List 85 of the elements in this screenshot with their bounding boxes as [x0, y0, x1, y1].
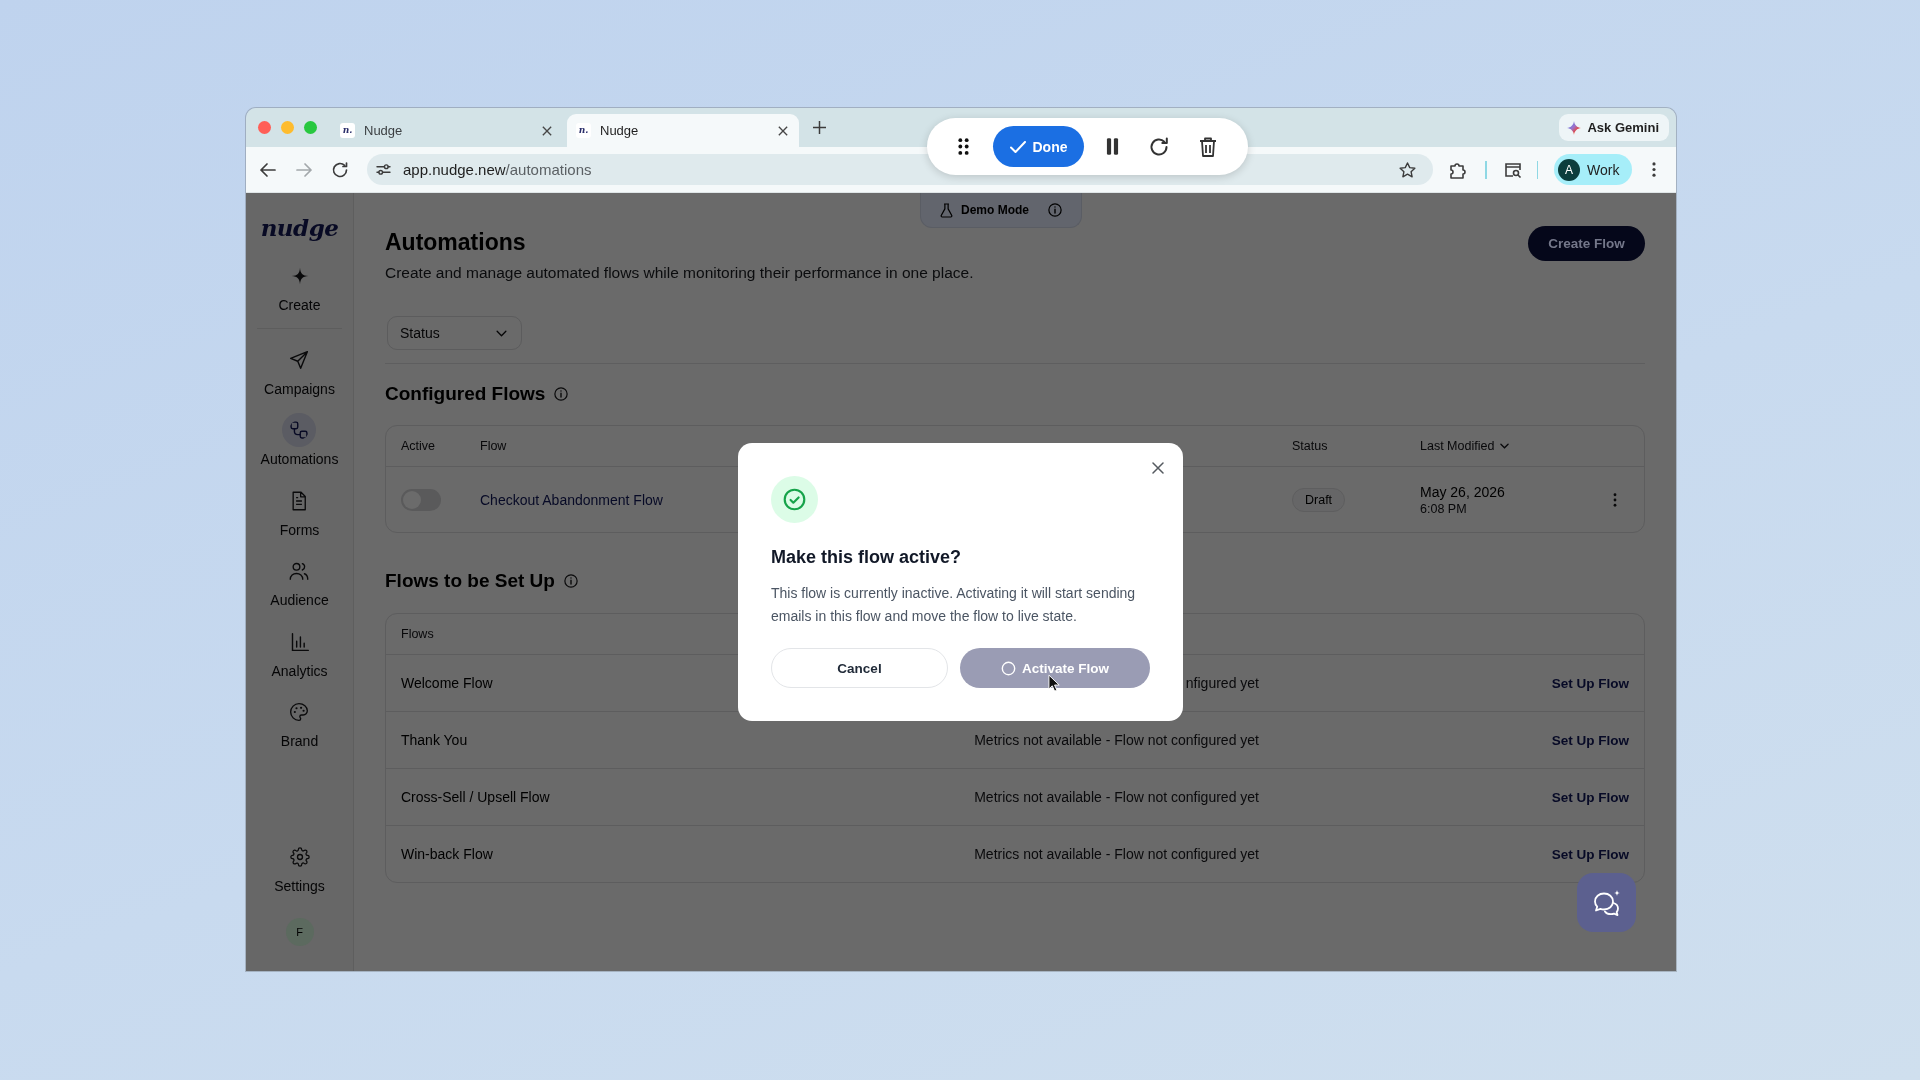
- flow-name: Thank You: [401, 732, 468, 748]
- sparkle-icon: [1567, 120, 1582, 135]
- info-icon[interactable]: [554, 387, 569, 401]
- pause-icon[interactable]: [1106, 138, 1119, 155]
- set-up-flow-link[interactable]: Set Up Flow: [1551, 846, 1629, 862]
- section-title: Flows to be Set Up: [385, 569, 555, 593]
- column-header: Flows: [401, 627, 434, 641]
- settings-icon: [289, 847, 310, 867]
- check-icon: [1009, 140, 1026, 153]
- sidebar-item[interactable]: Analytics: [271, 624, 328, 679]
- cursor-icon: [1048, 674, 1060, 692]
- sidebar-item[interactable]: Automations: [260, 413, 339, 467]
- tab-search-icon[interactable]: [1503, 161, 1522, 178]
- browser-tab[interactable]: n. Nudge: [567, 114, 799, 147]
- flow-name: Win-back Flow: [401, 846, 493, 862]
- close-icon[interactable]: [1152, 462, 1164, 474]
- bar-chart-icon: [289, 631, 310, 652]
- dialog-message: This flow is currently inactive. Activating it will start sending emails in this flow and move the flow to live state.: [771, 584, 1137, 626]
- flow-name: Cross-Sell / Upsell Flow: [401, 789, 550, 805]
- redo-icon[interactable]: [1149, 136, 1169, 157]
- ask-gemini-button[interactable]: Ask Gemini: [1559, 114, 1669, 141]
- done-button[interactable]: Done: [993, 126, 1084, 167]
- reload-icon[interactable]: [331, 160, 349, 179]
- close-icon[interactable]: [778, 125, 788, 136]
- confirm-button[interactable]: Activate Flow: [960, 648, 1150, 688]
- puzzle-icon[interactable]: [1449, 160, 1467, 179]
- chat-icon: [1591, 888, 1622, 917]
- user-avatar[interactable]: F: [285, 918, 314, 946]
- info-icon[interactable]: [563, 574, 578, 588]
- info-icon[interactable]: [1048, 203, 1062, 217]
- plus-icon[interactable]: [813, 121, 826, 134]
- column-header: Flow: [480, 439, 507, 453]
- favicon-icon: n.: [340, 123, 355, 138]
- drag-handle-icon[interactable]: [958, 138, 969, 155]
- flow-name: Welcome Flow: [401, 675, 493, 691]
- column-header: Active: [401, 439, 436, 453]
- back-icon[interactable]: [259, 160, 277, 179]
- browser-tab[interactable]: n. Nudge: [331, 114, 563, 147]
- check-circle-icon: [771, 476, 818, 523]
- create-button[interactable]: Create: [278, 259, 321, 313]
- metrics-note: nfigured yet: [1185, 675, 1259, 691]
- metrics-note: Metrics not available - Flow not configured yet: [974, 846, 1259, 862]
- bookmark-star-icon[interactable]: [1399, 161, 1416, 178]
- flask-icon: [940, 202, 953, 218]
- workflow-icon: [282, 413, 317, 447]
- trash-icon[interactable]: [1199, 136, 1217, 157]
- set-up-flow-link[interactable]: Set Up Flow: [1551, 789, 1629, 805]
- demo-mode-label: Demo Mode: [961, 203, 1029, 217]
- date-text: May 26, 2026: [1420, 482, 1505, 501]
- set-up-flow-link[interactable]: Set Up Flow: [1551, 732, 1629, 748]
- sidebar-item[interactable]: Audience: [270, 554, 329, 608]
- set-up-flow-link[interactable]: Set Up Flow: [1551, 675, 1629, 691]
- site-settings-icon[interactable]: [376, 163, 391, 176]
- close-icon[interactable]: [542, 125, 552, 136]
- sidebar-item[interactable]: Brand: [280, 695, 319, 749]
- sidebar-item[interactable]: Forms: [279, 483, 320, 538]
- paper-plane-icon: [289, 349, 310, 370]
- status-badge: Draft: [1292, 487, 1346, 512]
- metrics-note: Metrics not available - Flow not configured yet: [974, 789, 1259, 805]
- caret-icon: [1500, 443, 1510, 449]
- profile-button[interactable]: A Work: [1554, 154, 1632, 185]
- favicon-icon: n.: [576, 123, 591, 138]
- loading-ring-icon: [1001, 660, 1016, 676]
- metrics-note: Metrics not available - Flow not configured yet: [974, 732, 1259, 748]
- palette-icon: [289, 702, 310, 722]
- time-text: 6:08 PM: [1420, 500, 1467, 517]
- people-icon: [289, 561, 310, 581]
- page-subtitle: Create and manage automated flows while monitoring their performance in one place.: [385, 263, 974, 283]
- chat-button[interactable]: [1577, 873, 1636, 932]
- logo: nudge: [260, 214, 339, 242]
- sidebar-item[interactable]: Campaigns: [264, 342, 335, 397]
- settings-button[interactable]: Settings: [274, 840, 325, 894]
- column-header: Status: [1292, 439, 1328, 453]
- cancel-button[interactable]: Cancel: [771, 648, 948, 688]
- status-dropdown[interactable]: Status: [387, 316, 522, 350]
- more-icon[interactable]: [1652, 162, 1656, 177]
- page-title: Automations: [385, 228, 527, 257]
- dialog-title: Make this flow active?: [771, 546, 962, 568]
- chevron-down-icon: [496, 329, 507, 337]
- flow-link[interactable]: Checkout Abandonment Flow: [480, 491, 663, 508]
- section-title: Configured Flows: [385, 382, 546, 406]
- create-flow-button[interactable]: Create Flow: [1528, 226, 1645, 261]
- url-text: app.nudge.new/automations: [403, 161, 592, 178]
- sort-column-header[interactable]: Last Modified: [1420, 439, 1510, 453]
- profile-avatar: A: [1558, 158, 1580, 181]
